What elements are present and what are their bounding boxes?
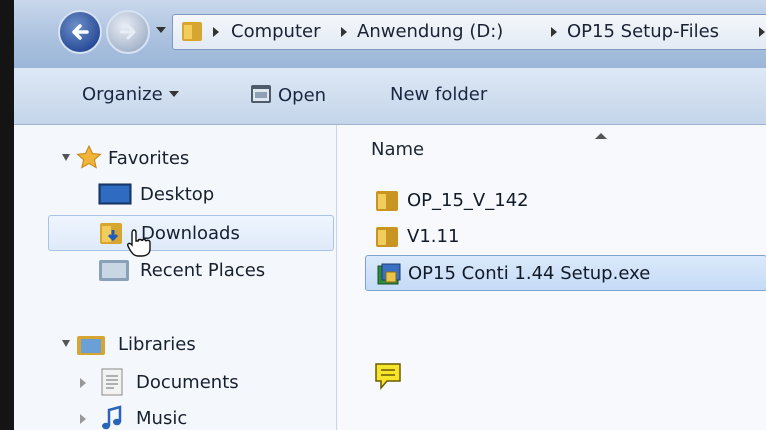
nav-downloads[interactable]: Downloads bbox=[48, 215, 334, 251]
folder-icon bbox=[376, 227, 398, 247]
collapse-arrow-icon[interactable] bbox=[62, 154, 70, 161]
breadcrumb-separator[interactable] bbox=[551, 27, 557, 37]
list-item[interactable]: OP_15_V_142 bbox=[365, 183, 766, 217]
star-icon bbox=[76, 145, 102, 169]
forward-arrow-icon bbox=[119, 24, 136, 40]
nav-music[interactable]: Music bbox=[80, 401, 330, 430]
open-program-icon bbox=[251, 85, 271, 103]
command-bar: Organize Open New folder bbox=[14, 68, 766, 125]
breadcrumb-computer[interactable]: Computer bbox=[231, 21, 320, 42]
file-list: Name OP_15_V_142 V1.11 OP15 Conti 1.44 S… bbox=[337, 125, 766, 430]
new-folder-button[interactable]: New folder bbox=[390, 84, 487, 105]
breadcrumb-separator[interactable] bbox=[341, 27, 347, 37]
back-button[interactable] bbox=[58, 10, 102, 54]
breadcrumb-separator[interactable] bbox=[759, 27, 765, 37]
music-note-icon bbox=[102, 405, 122, 430]
nav-recent-places[interactable]: Recent Places bbox=[94, 253, 334, 287]
file-name: OP15 Conti 1.44 Setup.exe bbox=[408, 263, 651, 284]
history-dropdown-icon[interactable] bbox=[154, 24, 168, 36]
expand-arrow-icon[interactable] bbox=[80, 414, 86, 424]
chevron-down-icon bbox=[168, 91, 179, 97]
expand-arrow-icon[interactable] bbox=[80, 378, 86, 388]
collapse-arrow-icon[interactable] bbox=[62, 340, 70, 347]
explorer-window: Computer Anwendung (D:) OP15 Setup-Files… bbox=[14, 0, 766, 430]
column-header-name[interactable]: Name bbox=[371, 139, 424, 160]
address-bar: Computer Anwendung (D:) OP15 Setup-Files bbox=[14, 0, 766, 68]
hand-cursor-icon bbox=[127, 229, 151, 257]
list-item-selected[interactable]: OP15 Conti 1.44 Setup.exe bbox=[365, 255, 766, 291]
nav-desktop[interactable]: Desktop bbox=[94, 177, 334, 211]
folder-icon bbox=[182, 22, 202, 41]
libraries-icon bbox=[77, 336, 105, 355]
breadcrumb[interactable]: Computer Anwendung (D:) OP15 Setup-Files bbox=[172, 14, 766, 50]
desktop-icon bbox=[98, 183, 132, 205]
file-name: OP_15_V_142 bbox=[407, 190, 529, 211]
breadcrumb-folder[interactable]: OP15 Setup-Files bbox=[567, 21, 719, 42]
setup-exe-icon bbox=[377, 263, 401, 285]
file-name: V1.11 bbox=[407, 226, 460, 247]
forward-button[interactable] bbox=[106, 10, 150, 54]
nav-downloads-label: Downloads bbox=[141, 223, 240, 244]
sort-ascending-icon bbox=[595, 133, 607, 139]
back-arrow-icon bbox=[72, 24, 89, 40]
comment-bubble-icon bbox=[375, 363, 401, 391]
nav-desktop-label: Desktop bbox=[140, 184, 215, 205]
nav-documents[interactable]: Documents bbox=[80, 365, 330, 399]
nav-recent-label: Recent Places bbox=[140, 260, 266, 281]
nav-documents-label: Documents bbox=[136, 372, 239, 393]
breadcrumb-separator[interactable] bbox=[213, 27, 219, 37]
navigation-pane: Favorites Desktop Downloads Recent Place… bbox=[14, 125, 337, 430]
downloads-folder-icon bbox=[100, 223, 122, 244]
nav-music-label: Music bbox=[136, 408, 188, 429]
nav-favorites-label: Favorites bbox=[108, 148, 190, 169]
monitor-bezel bbox=[0, 0, 14, 430]
nav-libraries-label: Libraries bbox=[118, 334, 196, 355]
documents-icon bbox=[101, 368, 123, 396]
open-label: Open bbox=[278, 85, 327, 106]
folder-icon bbox=[376, 191, 398, 211]
open-button[interactable]: Open bbox=[250, 84, 326, 106]
recent-places-icon bbox=[99, 260, 129, 281]
breadcrumb-drive[interactable]: Anwendung (D:) bbox=[357, 21, 503, 42]
list-item[interactable]: V1.11 bbox=[365, 219, 766, 253]
organize-label: Organize bbox=[82, 84, 163, 105]
nav-favorites[interactable]: Favorites bbox=[62, 141, 322, 175]
organize-button[interactable]: Organize bbox=[82, 84, 179, 105]
nav-libraries[interactable]: Libraries bbox=[62, 327, 322, 361]
